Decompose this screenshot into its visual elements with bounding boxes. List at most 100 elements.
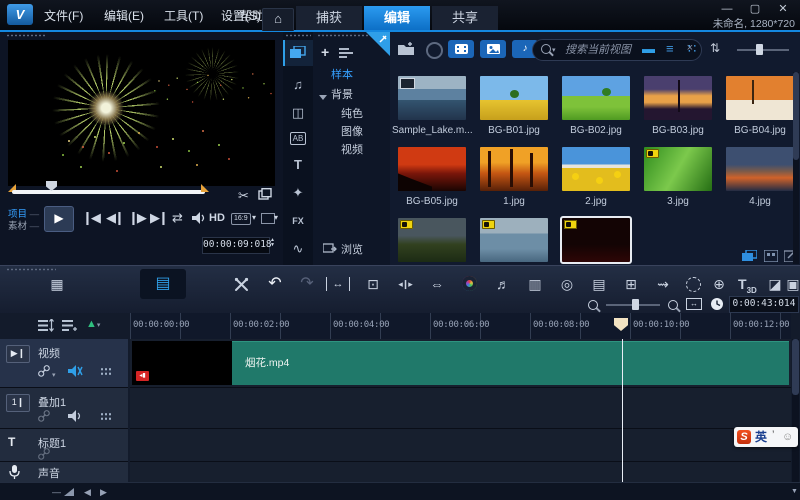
track-content-overlay[interactable] — [130, 388, 791, 429]
media-item[interactable] — [726, 76, 794, 120]
volume-icon[interactable] — [192, 212, 206, 224]
track-content-title[interactable] — [130, 429, 791, 462]
thumb-size-slider-handle[interactable] — [756, 44, 763, 55]
track-header-voice[interactable]: 声音 — [0, 462, 128, 483]
library-scrollbar[interactable] — [793, 72, 799, 264]
track-header-overlay[interactable]: 1❙ 叠加1 — [0, 388, 128, 429]
tree-item-background[interactable]: 背景 — [331, 86, 353, 102]
aspect-ratio-select[interactable]: 16:9 — [231, 213, 251, 225]
track-content-voice[interactable] — [130, 462, 791, 483]
timeline-scrollbar-thumb[interactable] — [792, 339, 799, 395]
close-button[interactable]: ✕ — [772, 2, 794, 16]
library-grid-icon[interactable] — [764, 250, 778, 262]
link-caret-icon[interactable]: ▾ — [52, 371, 56, 379]
scroll-left-icon[interactable]: ◀ — [84, 483, 91, 500]
browse-icon[interactable] — [323, 243, 337, 254]
tree-item-browse[interactable]: 浏览 — [341, 241, 363, 257]
link-icon[interactable] — [38, 448, 50, 460]
menu-edit[interactable]: 编辑(E) — [104, 7, 144, 24]
track-header-title[interactable]: T 标题1 — [0, 429, 128, 462]
split-screen-template-icon[interactable]: ⊞ — [618, 271, 644, 297]
hd-toggle[interactable]: HD — [209, 206, 225, 230]
aspect-caret-icon[interactable]: ▾ — [252, 206, 256, 230]
color-grading-icon[interactable] — [462, 276, 477, 291]
track-pattern-icon[interactable] — [100, 367, 111, 376]
scroll-right-icon[interactable]: ▶ — [100, 483, 107, 500]
preview-video[interactable] — [8, 40, 275, 186]
mute-track-icon[interactable] — [68, 365, 83, 378]
menu-help[interactable]: 帮助 — [240, 7, 264, 24]
track-content-video[interactable]: ◂▮ 烟花.mp4 — [130, 339, 791, 388]
media-item[interactable] — [562, 76, 630, 120]
motion-tracking-icon[interactable]: ⇝ — [650, 271, 676, 297]
nav-filter-icon[interactable]: FX — [283, 208, 313, 234]
link-icon[interactable] — [38, 365, 50, 377]
record-capture-option-icon[interactable]: ⊡ — [360, 271, 386, 297]
view-panel-icon[interactable]: ▬ — [642, 40, 655, 58]
tree-item-solid[interactable]: 纯色 — [341, 105, 363, 121]
ime-lang-label[interactable]: 英 — [755, 430, 767, 444]
menu-file[interactable]: 文件(F) — [44, 7, 83, 24]
fit-timeline-icon[interactable]: ↔ — [686, 298, 702, 310]
speaker-icon[interactable] — [68, 410, 83, 423]
link-icon[interactable] — [38, 410, 50, 422]
subtitle-editor-icon[interactable]: ▤ — [586, 271, 612, 297]
sort-icon[interactable]: ⇅ — [710, 41, 720, 55]
import-media-icon[interactable] — [398, 42, 416, 56]
split-clip-icon[interactable]: ◂❙▸ — [392, 271, 418, 297]
track-height-ramp-icon[interactable] — [64, 488, 74, 496]
tree-item-video[interactable]: 视频 — [341, 141, 363, 157]
nav-subtitle-icon[interactable]: AB — [283, 126, 313, 152]
loop-button[interactable]: ⇄ — [172, 206, 183, 230]
tab-share[interactable]: 共享 — [432, 6, 498, 30]
maximize-button[interactable]: ▢ — [744, 2, 766, 16]
nav-audio-icon[interactable]: ♫ — [283, 72, 313, 98]
mask-creator-icon[interactable] — [686, 277, 701, 292]
go-end-button[interactable]: ▶❙ — [150, 206, 167, 230]
media-item-selected[interactable] — [562, 218, 630, 262]
chroma-key-icon[interactable]: ▲▾ — [86, 318, 100, 330]
media-item[interactable] — [398, 147, 466, 191]
ime-language-bar[interactable]: S 英 ’ ☺ — [734, 427, 798, 447]
split-scissors-icon[interactable]: ✂ — [238, 184, 249, 208]
undo-icon[interactable]: ↶ — [262, 271, 288, 297]
smart-package-icon[interactable] — [742, 250, 757, 262]
timeline-view-icon[interactable]: ▤ — [140, 269, 186, 299]
media-item[interactable] — [398, 76, 466, 120]
time-stretch-icon[interactable]: ⇔ — [424, 271, 450, 297]
clip-mode-toggle[interactable]: 素材 — — [8, 221, 39, 232]
nav-graphics-icon[interactable]: ✦ — [283, 180, 313, 206]
view-thumbnail-icon[interactable]: ∷ — [688, 40, 696, 58]
media-item[interactable] — [726, 147, 794, 191]
nav-transition-icon[interactable]: ◫ — [283, 100, 313, 126]
track-header-video[interactable]: ▶❙ 视频 ▾ — [0, 339, 128, 388]
thumb-size-slider[interactable] — [737, 49, 789, 51]
zoom-out-icon[interactable] — [588, 300, 598, 310]
ime-punct-label[interactable]: ’ — [772, 429, 774, 441]
timeline-clip[interactable]: 烟花.mp4 — [232, 341, 789, 385]
track-height-minus-icon[interactable]: — — [52, 483, 61, 500]
snapshot-icon[interactable] — [258, 188, 272, 200]
timeline-zoom-slider-handle[interactable] — [632, 299, 639, 310]
project-mode-toggle[interactable]: 项目 — — [8, 209, 39, 220]
preview-timecode[interactable]: 00:00:09:018 — [202, 237, 270, 254]
timecode-spinner[interactable]: ▲▼ — [270, 238, 275, 248]
scroll-down-icon[interactable]: ▼ — [791, 483, 798, 500]
media-item[interactable] — [644, 76, 712, 120]
media-item[interactable] — [398, 218, 466, 262]
search-icon[interactable] — [541, 44, 551, 54]
nav-title-icon[interactable]: T — [283, 152, 313, 178]
ime-emoji-icon[interactable]: ☺ — [782, 430, 793, 444]
play-button[interactable]: ▶ — [44, 206, 74, 232]
tree-expand-icon[interactable] — [319, 89, 327, 103]
storyboard-view-icon[interactable]: ▦ — [44, 271, 70, 297]
next-frame-button[interactable]: ❙▶ — [128, 206, 145, 230]
view-list-icon[interactable]: ≡ — [666, 40, 674, 58]
project-duration-clock-icon[interactable] — [710, 297, 724, 311]
record-import-icon[interactable] — [426, 42, 443, 59]
screen-capture-icon[interactable]: ▣ — [780, 271, 800, 297]
tab-edit[interactable]: 编辑 — [364, 6, 430, 30]
scrub-bar[interactable] — [12, 190, 205, 194]
add-folder-button[interactable]: + — [321, 44, 329, 60]
menu-tools[interactable]: 工具(T) — [164, 7, 203, 24]
